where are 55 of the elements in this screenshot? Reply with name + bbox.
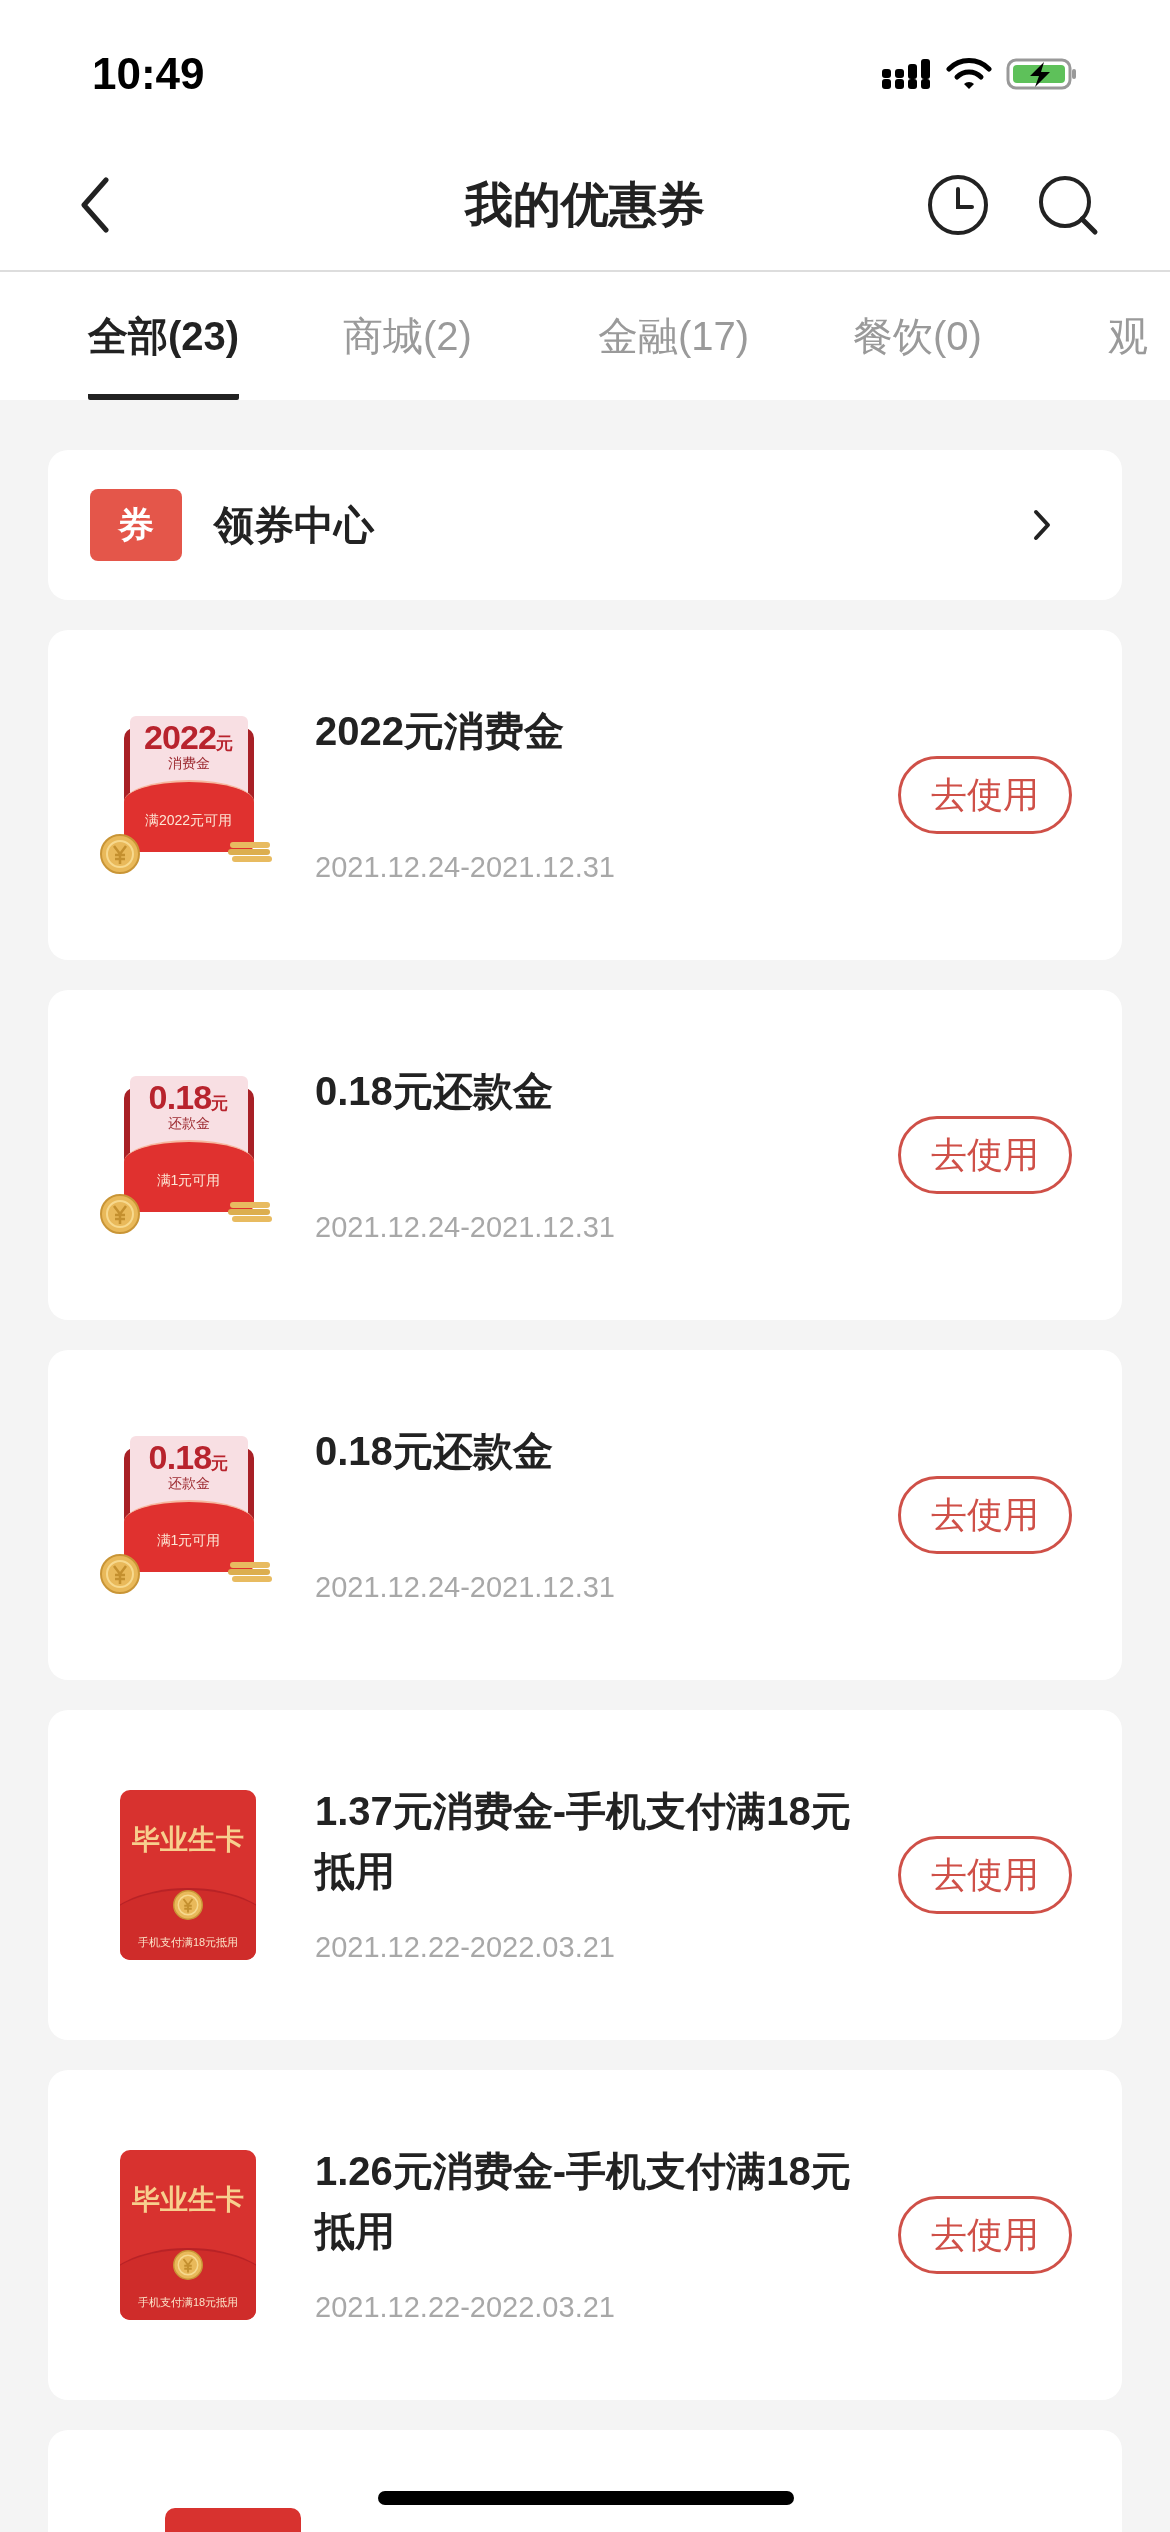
unit-text: 元 xyxy=(216,735,234,752)
coin-icon xyxy=(173,2250,203,2280)
wifi-icon xyxy=(946,57,992,91)
amount-text: 0.18 xyxy=(148,1080,212,1114)
unit-text: 元 xyxy=(211,1095,229,1112)
use-button[interactable]: 去使用 xyxy=(898,1476,1072,1554)
condition-text: 满1元可用 xyxy=(156,1530,221,1550)
coin-icon xyxy=(99,1194,140,1234)
history-button[interactable] xyxy=(926,173,990,237)
coupon-dates: 2021.12.24-2021.12.31 xyxy=(315,1569,616,1605)
unit-text: 元 xyxy=(211,1455,229,1472)
coin-icon xyxy=(99,834,140,874)
coin-icon xyxy=(173,1890,203,1920)
amount-text: 2022 xyxy=(143,720,217,754)
coupon-title: 0.18元还款金 xyxy=(315,1428,553,1473)
card-label: 毕业生卡 xyxy=(132,1826,244,1854)
coupon-badge: 券 xyxy=(90,489,182,561)
status-time: 10:49 xyxy=(92,48,205,100)
page-title: 我的优惠券 xyxy=(465,177,705,233)
category-tab[interactable]: 金融(17) xyxy=(598,272,750,400)
battery-icon xyxy=(1006,57,1078,91)
coin-icon xyxy=(99,1554,140,1594)
category-tab[interactable]: 餐饮(0) xyxy=(853,272,982,400)
condition-text: 满1元可用 xyxy=(156,1170,221,1190)
coupon-center-label: 领券中心 xyxy=(214,502,374,549)
card-label: 毕业生卡 xyxy=(132,2186,244,2214)
coupon-dates: 2021.12.24-2021.12.31 xyxy=(315,1209,616,1245)
label-text: 消费金 xyxy=(167,756,210,770)
coupon-title: 0.18元还款金 xyxy=(315,1068,553,1113)
condition-text: 手机支付满18元抵用 xyxy=(137,2294,239,2310)
search-button[interactable] xyxy=(1036,173,1100,237)
category-tab[interactable]: 观 xyxy=(1108,272,1148,400)
condition-text: 满2022元可用 xyxy=(144,810,233,830)
label-text: 还款金 xyxy=(167,1476,210,1490)
coupon-dates: 2021.12.22-2022.03.21 xyxy=(315,2289,616,2325)
use-button[interactable]: 去使用 xyxy=(898,756,1072,834)
coupon-title: 1.26元消费金-手机支付满18元抵用 xyxy=(315,2148,851,2253)
use-button[interactable]: 去使用 xyxy=(898,2196,1072,2274)
chevron-right-icon xyxy=(1032,509,1052,541)
use-button[interactable]: 去使用 xyxy=(898,1116,1072,1194)
signal-icon xyxy=(882,57,932,91)
category-tab[interactable]: 商城(2) xyxy=(343,272,472,400)
coupon-title: 1.37元消费金-手机支付满18元抵用 xyxy=(315,1788,851,1893)
coupon-title: 2022元消费金 xyxy=(315,708,564,753)
coupon-dates: 2021.12.24-2021.12.31 xyxy=(315,849,616,885)
label-text: 还款金 xyxy=(167,1116,210,1130)
coupon-center-row[interactable]: 券 领券中心 xyxy=(48,450,1122,600)
back-chevron-icon xyxy=(80,177,110,233)
use-button[interactable]: 去使用 xyxy=(898,1836,1072,1914)
condition-text: 手机支付满18元抵用 xyxy=(137,1934,239,1950)
clock-icon xyxy=(927,174,989,236)
category-tab[interactable]: 全部(23) xyxy=(88,272,240,400)
coupon-dates: 2021.12.22-2022.03.21 xyxy=(315,1929,616,1965)
search-icon xyxy=(1037,174,1099,236)
amount-text: 0.18 xyxy=(148,1440,212,1474)
